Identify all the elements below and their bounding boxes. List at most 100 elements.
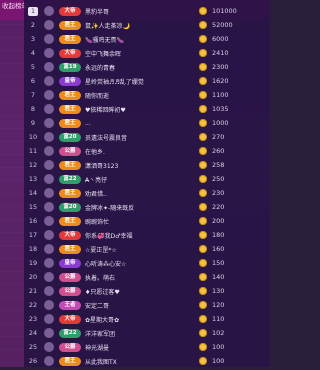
avatar[interactable] <box>44 244 54 255</box>
avatar[interactable] <box>44 90 54 101</box>
avatar[interactable] <box>44 118 54 129</box>
user-name[interactable]: ♥依稀回眸初♥ <box>85 105 185 114</box>
avatar[interactable] <box>44 188 54 199</box>
level-badge: 君王 <box>59 118 81 128</box>
level-badge: 君王 <box>59 34 81 44</box>
coin-icon <box>199 35 207 44</box>
user-name[interactable]: ☆夏正罡*☆ <box>85 245 185 254</box>
avatar[interactable] <box>44 20 54 31</box>
user-name[interactable]: 神光湖曼 <box>85 343 185 352</box>
level-badge: 公爵 <box>59 286 81 296</box>
level-badge: 君王 <box>59 216 81 226</box>
user-name[interactable]: 执着。萌右 <box>85 273 185 282</box>
level-badge: 君王 <box>59 90 81 100</box>
user-name[interactable]: 潇洒哥3123 <box>85 161 185 170</box>
avatar[interactable] <box>44 104 54 115</box>
level-badge: 君王 <box>59 104 81 114</box>
rank-number: 19 <box>28 259 38 268</box>
avatar[interactable] <box>44 328 54 339</box>
coin-icon <box>199 259 207 268</box>
rank-number: 25 <box>28 343 38 352</box>
ranking-row[interactable]: 26 君王 从此我图TX 100 <box>24 353 270 370</box>
avatar[interactable] <box>44 202 54 213</box>
level-badge: 君王 <box>59 188 81 198</box>
coin-icon <box>199 343 207 352</box>
user-name[interactable]: 黑豹半哥 <box>85 7 185 16</box>
user-name[interactable]: 豌豌饰忙 <box>85 217 185 226</box>
user-name[interactable]: 🍆骚鸡无畏🍆 <box>85 35 185 44</box>
contribution-score: 52000 <box>212 21 233 30</box>
avatar[interactable] <box>44 272 54 283</box>
coin-icon <box>199 147 207 156</box>
avatar[interactable] <box>44 34 54 45</box>
user-name[interactable]: 安定二哥 <box>85 301 185 310</box>
contribution-score: 102 <box>212 329 225 338</box>
user-name[interactable]: 洋洋家军团 <box>85 329 185 338</box>
user-name[interactable]: 在他乡. <box>85 147 185 156</box>
user-name[interactable]: 星岭荧袖♬♬乱了绷觉 <box>85 77 185 86</box>
user-name[interactable]: 员遗法号震良音 <box>85 133 185 142</box>
avatar[interactable] <box>44 216 54 227</box>
rank-number: 13 <box>28 175 38 184</box>
user-name[interactable]: 从此我图TX <box>85 357 185 366</box>
user-name[interactable]: 空中飞舞余晖 <box>85 49 185 58</box>
coin-icon <box>199 161 207 170</box>
avatar[interactable] <box>44 48 54 59</box>
level-badge: 君王 <box>59 356 81 366</box>
contribution-score: 200 <box>212 217 225 226</box>
avatar[interactable] <box>44 342 54 353</box>
user-name[interactable]: 心听涛⁂心安☆ <box>85 259 185 268</box>
contribution-score: 2410 <box>212 49 229 58</box>
user-name[interactable]: 鼠✨人走茶凉🌙 <box>85 21 185 30</box>
contribution-score: 230 <box>212 189 225 198</box>
avatar[interactable] <box>44 132 54 143</box>
rank-number-badge: 1 <box>28 6 38 16</box>
contribution-score: 220 <box>212 203 225 212</box>
user-name[interactable]: 金牌冰✦-随来既反 <box>85 203 185 212</box>
avatar[interactable] <box>44 314 54 325</box>
coin-icon <box>199 329 207 338</box>
avatar[interactable] <box>44 76 54 87</box>
rank-number: 16 <box>28 217 38 226</box>
coin-icon <box>199 175 207 184</box>
avatar[interactable] <box>44 160 54 171</box>
level-badge: 富19 <box>59 62 81 72</box>
level-badge: 王者 <box>59 300 81 310</box>
avatar[interactable] <box>44 230 54 241</box>
avatar[interactable] <box>44 300 54 311</box>
user-name[interactable]: A̶丶亮仔 <box>85 175 185 184</box>
user-name[interactable]: 你系💞我D♂幸福 <box>85 231 185 240</box>
rank-number: 24 <box>28 329 38 338</box>
rank-number: 23 <box>28 315 38 324</box>
level-badge: 皇帝 <box>59 258 81 268</box>
level-badge: 富20 <box>59 132 81 142</box>
contribution-score: 260 <box>212 147 225 156</box>
avatar[interactable] <box>44 6 54 17</box>
avatar[interactable] <box>44 258 54 269</box>
avatar[interactable] <box>44 174 54 185</box>
rank-number: 26 <box>28 357 38 366</box>
rank-number: 20 <box>28 273 38 282</box>
level-badge: 富20 <box>59 202 81 212</box>
user-name[interactable]: ✿星期大哥✿ <box>85 315 185 324</box>
avatar[interactable] <box>44 62 54 73</box>
user-name[interactable]: 随你而逝 <box>85 91 185 100</box>
level-badge: 皇帝 <box>59 76 81 86</box>
user-name[interactable]: ... <box>85 120 185 127</box>
avatar[interactable] <box>44 286 54 297</box>
level-badge: 大帝 <box>59 6 81 16</box>
level-badge: 富22 <box>59 174 81 184</box>
user-name[interactable]: ♦只愿过客♥ <box>85 287 185 296</box>
coin-icon <box>199 105 207 114</box>
contribution-score: 110 <box>212 315 225 324</box>
coin-icon <box>199 189 207 198</box>
contribution-score: 180 <box>212 231 225 240</box>
avatar[interactable] <box>44 356 54 367</box>
level-badge: 公爵 <box>59 342 81 352</box>
user-name[interactable]: 劝君惜.. <box>85 189 185 198</box>
contribution-score: 1035 <box>212 105 229 114</box>
level-badge: 公爵 <box>59 146 81 156</box>
user-name[interactable]: 永远的青春 <box>85 63 185 72</box>
rank-number: 9 <box>30 119 36 128</box>
avatar[interactable] <box>44 146 54 157</box>
